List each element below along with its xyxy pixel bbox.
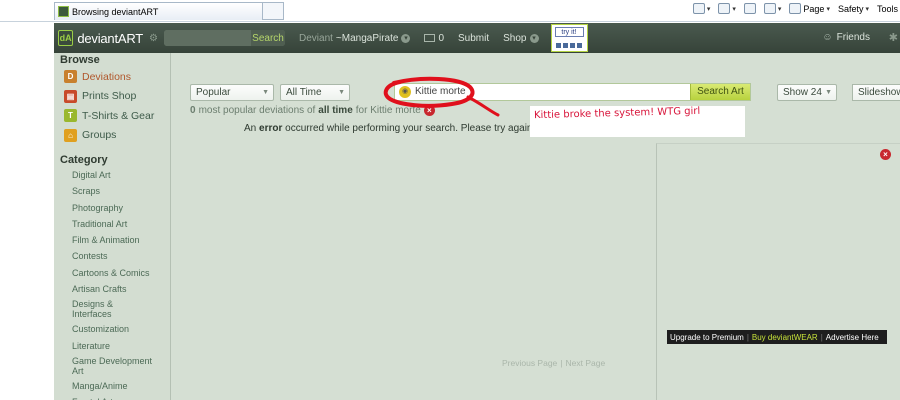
category-heading: Category xyxy=(60,154,108,166)
chevron-down-icon: ▼ xyxy=(825,89,832,96)
sidebar-category-item[interactable]: Film & Animation xyxy=(54,232,170,248)
groups-icon: ⌂ xyxy=(64,128,77,142)
sidebar-item-tshirts[interactable]: T T-Shirts & Gear xyxy=(54,106,170,126)
user-menu[interactable]: Deviant ~MangaPirate ▾ xyxy=(299,32,411,44)
next-page-link[interactable]: Next Page xyxy=(566,358,606,368)
print-button[interactable]: ▾ xyxy=(763,3,781,14)
friends-button[interactable]: ☺ Friends xyxy=(822,32,870,43)
browser-tab[interactable]: Browsing deviantART xyxy=(54,2,283,20)
sort-select[interactable]: Popular ▼ xyxy=(190,84,274,101)
friends-icon: ☺ xyxy=(822,32,833,43)
sidebar-item-prints-shop[interactable]: ▤ Prints Shop xyxy=(54,87,170,107)
browser-tab-title: Browsing deviantART xyxy=(72,6,159,17)
chevron-down-icon: ▼ xyxy=(338,89,345,96)
home-button[interactable]: ▾ xyxy=(692,3,710,14)
submit-button[interactable]: Submit xyxy=(458,33,489,44)
browser-toolbar: Browsing deviantART ▾ ▾ ▾ Page ▾ Safety ▾ … xyxy=(0,0,900,22)
web-page: dA deviantART ⚙ Search Deviant ~MangaPir… xyxy=(54,23,900,400)
ad-links-bar: Upgrade to Premium | Buy deviantWEAR | A… xyxy=(667,330,887,344)
message-count: 0 xyxy=(438,32,445,44)
sidebar-category-item[interactable]: Designs & Interfaces xyxy=(54,297,154,321)
time-select[interactable]: All Time ▼ xyxy=(280,84,350,101)
user-menu-chevron-icon: ▾ xyxy=(401,33,411,43)
sidebar-item-deviations[interactable]: D Deviations xyxy=(54,67,170,87)
main-content: Popular ▼ All Time ▼ ◉ Kittie morte Search… xyxy=(172,53,900,400)
messages-button[interactable]: 0 xyxy=(424,33,444,44)
tools-menu[interactable]: Tools xyxy=(877,4,898,14)
result-period: all time xyxy=(318,105,353,116)
try-it-label: try it! xyxy=(554,27,584,37)
new-tab-button[interactable] xyxy=(262,2,284,20)
header-search: Search xyxy=(164,30,285,46)
error-message: An error occurred while performing your … xyxy=(244,123,533,134)
site-logo[interactable]: dA deviantART ⚙ xyxy=(58,30,158,46)
sidebar-category-item[interactable]: Customization xyxy=(54,321,170,337)
close-ad-icon[interactable]: × xyxy=(880,149,891,160)
sidebar-category-item[interactable]: Traditional Art xyxy=(54,216,170,232)
sidebar-category-item[interactable]: Fractal Art xyxy=(54,394,170,400)
header-search-input[interactable] xyxy=(164,30,251,46)
deviations-icon: D xyxy=(64,70,77,84)
search-art-button[interactable]: Search Art xyxy=(690,84,750,100)
sidebar-category-item[interactable]: Contests xyxy=(54,248,170,264)
favicon-icon xyxy=(58,6,69,17)
sidebar-category-item[interactable]: Artisan Crafts xyxy=(54,281,170,297)
ad-panel: × Upgrade to Premium | Buy deviantWEAR |… xyxy=(656,143,900,400)
rss-icon xyxy=(718,3,731,14)
safety-menu[interactable]: Safety ▾ xyxy=(838,4,869,14)
sidebar-category-item[interactable]: Game Development Art xyxy=(54,354,154,378)
browse-heading: Browse xyxy=(60,54,100,66)
result-count: 0 xyxy=(190,105,196,116)
envelope-icon xyxy=(424,34,436,42)
promo-thumbnail-strip xyxy=(555,43,584,48)
red-circle-annotation xyxy=(383,76,500,117)
page-menu[interactable]: Page ▾ xyxy=(789,3,830,14)
printer-icon xyxy=(763,3,776,14)
sidebar: Browse D Deviations ▤ Prints Shop T T-Sh… xyxy=(54,53,171,400)
gear-icon[interactable]: ⚙ xyxy=(149,33,158,44)
prints-icon: ▤ xyxy=(64,89,77,103)
sidebar-category-item[interactable]: Literature xyxy=(54,338,170,354)
sidebar-category-item[interactable]: Scraps xyxy=(54,183,170,199)
try-it-promo[interactable]: try it! xyxy=(550,24,588,52)
upgrade-premium-link[interactable]: Upgrade to Premium xyxy=(670,333,744,342)
chevron-down-icon: ▼ xyxy=(262,89,269,96)
shop-chevron-icon: ▾ xyxy=(529,33,539,43)
logo-mark-icon: dA xyxy=(58,30,74,46)
sidebar-category-item[interactable]: Photography xyxy=(54,200,170,216)
advertise-here-link[interactable]: Advertise Here xyxy=(826,333,879,342)
header-search-button[interactable]: Search xyxy=(251,30,285,46)
buy-deviantwear-link[interactable]: Buy deviantWEAR xyxy=(752,333,818,342)
mail-icon xyxy=(743,3,756,14)
previous-page-link[interactable]: Previous Page xyxy=(502,358,557,368)
tshirt-icon: T xyxy=(64,109,77,123)
browser-command-bar: ▾ ▾ ▾ Page ▾ Safety ▾ Tools xyxy=(692,3,898,14)
slideshow-button[interactable]: Slideshow xyxy=(852,84,900,101)
sidebar-category-item[interactable]: Digital Art xyxy=(54,167,170,183)
page-icon xyxy=(789,3,802,14)
username: ~MangaPirate xyxy=(335,32,399,44)
star-icon[interactable]: ✱ xyxy=(889,31,898,44)
show-count-select[interactable]: Show 24 ▼ xyxy=(777,84,837,101)
feeds-button[interactable]: ▾ xyxy=(718,3,736,14)
sidebar-category-item[interactable]: Cartoons & Comics xyxy=(54,265,170,281)
sidebar-category-item[interactable]: Manga/Anime xyxy=(54,378,170,394)
logo-text: deviantART xyxy=(77,30,144,46)
pagination: Previous Page | Next Page xyxy=(502,358,606,368)
mail-button[interactable] xyxy=(743,3,756,14)
site-header: dA deviantART ⚙ Search Deviant ~MangaPir… xyxy=(54,23,900,53)
home-icon xyxy=(692,3,705,14)
deviant-label: Deviant xyxy=(299,32,333,44)
sidebar-item-groups[interactable]: ⌂ Groups xyxy=(54,126,170,146)
category-list: Digital Art Scraps Photography Traditional … xyxy=(54,167,170,400)
shop-menu[interactable]: Shop ▾ xyxy=(503,33,539,44)
